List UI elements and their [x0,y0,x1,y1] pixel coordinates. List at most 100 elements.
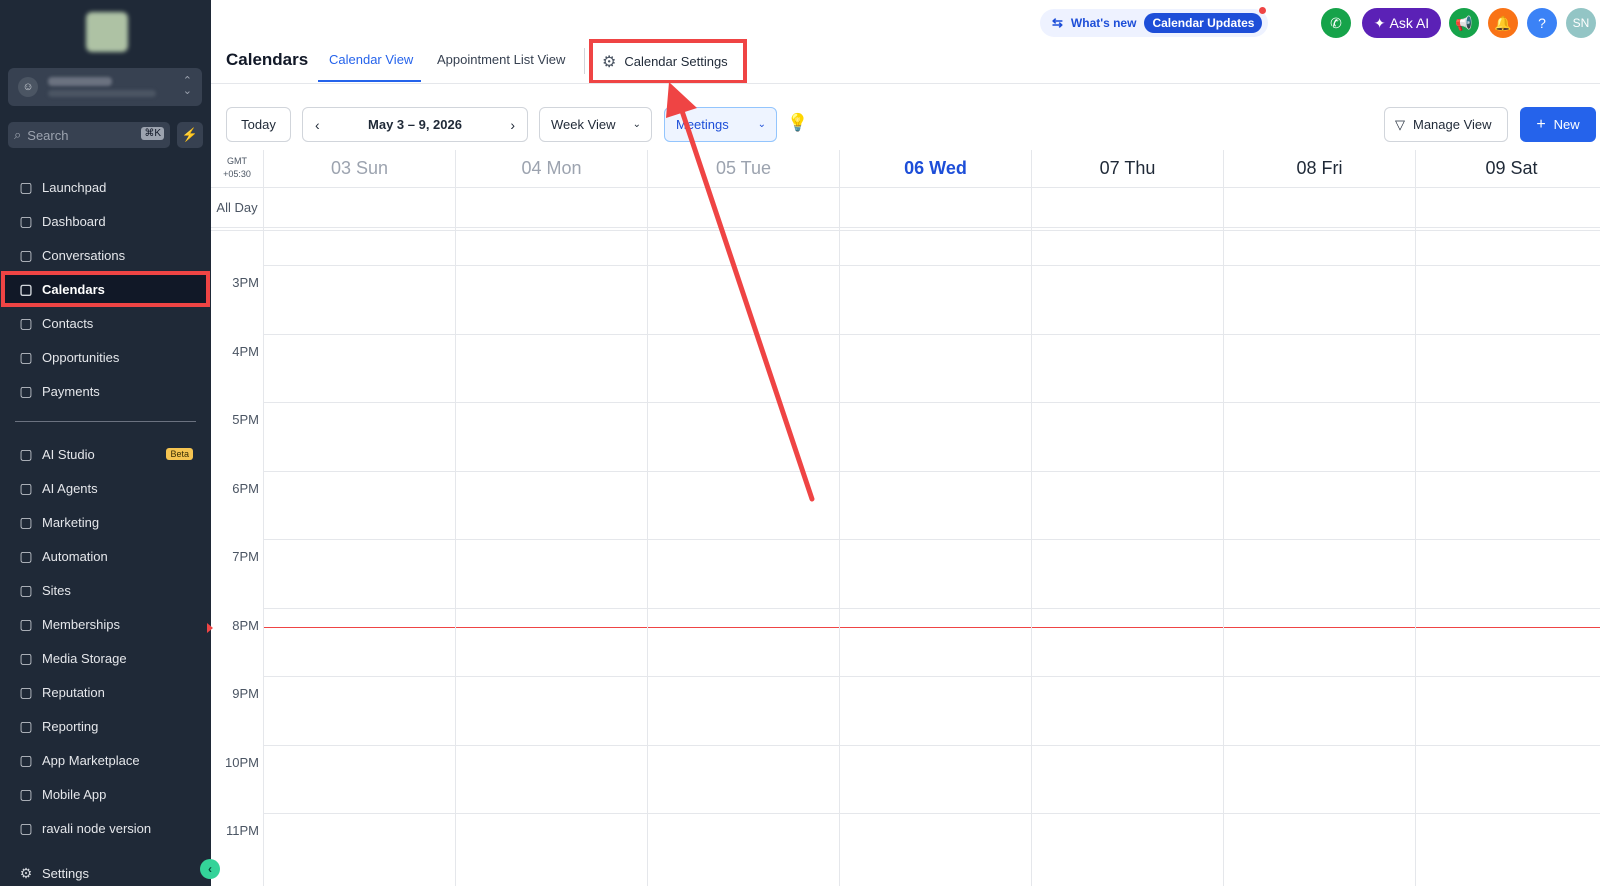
help-button[interactable]: ? [1527,8,1557,38]
sidebar-item-label: Sites [42,582,71,598]
today-button[interactable]: Today [226,107,291,142]
sidebar-item-opportunities[interactable]: ▢ Opportunities [4,342,207,372]
payments-icon: ▢ [19,382,33,399]
contacts-icon: ▢ [19,314,33,331]
megaphone-icon[interactable]: 📢 [1449,8,1479,38]
grid-separator [211,187,1600,188]
hour-gridline [263,333,1600,335]
account-address-blurred [48,90,156,97]
calendar-filter-select[interactable]: Meetings ⌄ [664,107,777,142]
calendar-settings-button[interactable]: ⚙ Calendar Settings [589,39,747,84]
manage-view-button[interactable]: ▽ Manage View [1384,107,1508,142]
star-icon: ▢ [19,683,33,700]
tab-calendar-view[interactable]: Calendar View [329,52,413,67]
hour-label: 7PM [232,549,259,564]
day-header[interactable]: 08 Fri [1223,150,1415,187]
sidebar-item-ai-agents[interactable]: ▢ AI Agents [4,473,207,503]
hour-gridline [263,744,1600,746]
view-select[interactable]: Week View ⌄ [539,107,652,142]
phone-icon[interactable]: ✆ [1321,8,1351,38]
day-header[interactable]: 03 Sun [263,150,455,187]
sidebar-item-reporting[interactable]: ▢ Reporting [4,711,207,741]
sidebar-divider [15,421,196,422]
day-header[interactable]: 04 Mon [455,150,647,187]
tab-appointment-list-view[interactable]: Appointment List View [437,52,565,67]
sidebar-item-media-storage[interactable]: ▢ Media Storage [4,643,207,673]
quick-action-bolt-icon[interactable]: ⚡ [177,122,203,148]
user-avatar[interactable]: SN [1566,8,1596,38]
sidebar-item-reputation[interactable]: ▢ Reputation [4,677,207,707]
ask-ai-label: Ask AI [1389,15,1430,31]
mobile-icon: ▢ [19,785,33,802]
day-header[interactable]: 09 Sat [1415,150,1600,187]
sidebar-item-app-marketplace[interactable]: ▢ App Marketplace [4,745,207,775]
beta-badge: Beta [166,448,193,460]
sidebar-item-launchpad[interactable]: ▢ Launchpad [4,172,207,202]
sidebar-item-ai-studio[interactable]: ▢ AI Studio Beta [4,439,207,469]
day-column-divider [1415,150,1416,886]
hour-label: 8PM [232,617,259,633]
lightbulb-icon[interactable]: 💡 [787,113,808,133]
sidebar-item-marketing[interactable]: ▢ Marketing [4,507,207,537]
account-avatar-icon: ☺ [18,77,38,97]
day-header[interactable]: 06 Wed [839,150,1031,187]
filter-icon: ▽ [1395,116,1405,132]
sidebar-item-label: Memberships [42,616,121,632]
grid-separator [211,227,1600,228]
grid-icon: ▢ [19,751,33,768]
sidebar: ☺ ⌃ ⌄ ⌕ Search ⌘K ⚡ ▢ Launchpad ▢ Dashboard ▢… [0,0,220,886]
day-column-divider [455,150,456,886]
sidebar-item-label: Automation [42,548,108,564]
ask-ai-button[interactable]: ✦ Ask AI [1362,8,1441,38]
dashboard-icon: ▢ [19,212,33,229]
account-name-blurred [48,77,112,86]
launchpad-icon: ▢ [19,178,33,195]
sidebar-item-sites[interactable]: ▢ Sites [4,575,207,605]
sidebar-item-settings[interactable]: ⚙ Settings [4,858,207,886]
chart-icon: ▢ [19,717,33,734]
day-header[interactable]: 05 Tue [647,150,839,187]
sidebar-item-calendars[interactable]: ▢ Calendars [1,271,210,307]
company-logo[interactable] [86,12,128,52]
week-calendar-grid[interactable]: GMT +05:30 All Day 03 Sun 04 Mon 05 Tue 06 … [207,150,1600,886]
sidebar-item-contacts[interactable]: ▢ Contacts [4,308,207,338]
sparkle-icon: ▢ [19,479,33,496]
announcement-icon: ⇆ [1052,15,1063,30]
node-icon: ▢ [19,819,33,836]
new-label: New [1553,117,1580,132]
new-button[interactable]: + New [1520,107,1596,142]
bell-icon[interactable]: 🔔 [1488,8,1518,38]
day-column-divider [1031,150,1032,886]
whats-new-button[interactable]: ⇆ What's new Calendar Updates [1040,7,1268,37]
sidebar-item-dashboard[interactable]: ▢ Dashboard [4,206,207,236]
account-switcher[interactable]: ☺ ⌃ ⌄ [8,68,202,106]
sidebar-item-payments[interactable]: ▢ Payments [4,376,207,406]
chat-icon: ▢ [19,246,33,263]
chevron-right-icon[interactable]: › [510,117,515,133]
all-day-label: All Day [216,200,258,215]
sidebar-item-memberships[interactable]: ▢ Memberships [4,609,207,639]
search-input[interactable]: ⌕ Search ⌘K [8,122,170,148]
calendar-settings-label: Calendar Settings [624,54,728,69]
day-header[interactable]: 07 Thu [1031,150,1223,187]
hour-gridline [263,402,1600,403]
sidebar-item-label: Calendars [42,281,105,297]
sidebar-item-mobile-app[interactable]: ▢ Mobile App [4,779,207,809]
day-column-divider [263,150,264,886]
hour-gridline [263,607,1600,609]
sidebar-item-ravali-node-version[interactable]: ▢ ravali node version [4,813,207,843]
calendar-updates-pill[interactable]: Calendar Updates [1144,13,1263,33]
gear-icon: ⚙ [19,864,33,881]
day-column-divider [839,150,840,886]
calendar-icon: ▢ [19,280,33,297]
timezone-line2: +05:30 [223,169,251,179]
sidebar-item-automation[interactable]: ▢ Automation [4,541,207,571]
search-shortcut: ⌘K [141,127,164,140]
sidebar-item-label: Mobile App [42,786,107,802]
sparkle-icon: ✦ [1373,14,1386,31]
hour-label: 4PM [232,343,259,359]
date-range-label[interactable]: May 3 – 9, 2026 [320,117,511,132]
automation-icon: ▢ [19,547,33,564]
sidebar-item-conversations[interactable]: ▢ Conversations [4,240,207,270]
hour-gridline [263,265,1600,266]
